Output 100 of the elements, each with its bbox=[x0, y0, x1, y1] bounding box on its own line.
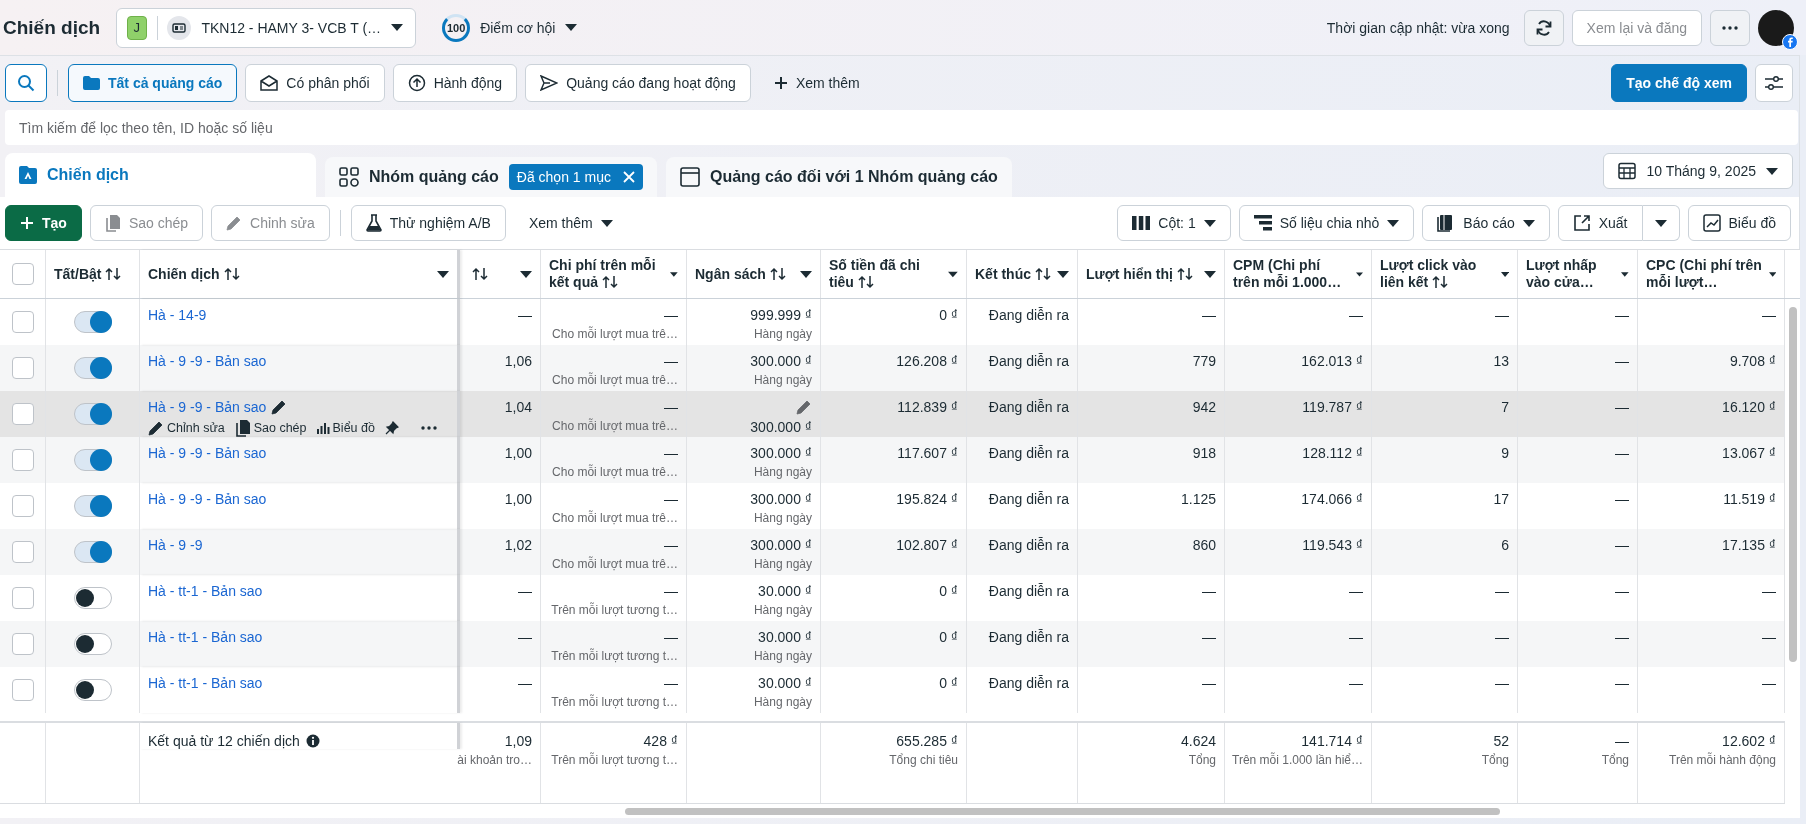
search-button[interactable] bbox=[5, 64, 47, 102]
see-more-button[interactable]: Xem thêm bbox=[758, 64, 875, 102]
more-menu-button[interactable]: Xem thêm bbox=[513, 205, 628, 241]
table-cell: — bbox=[664, 583, 678, 599]
chart-button[interactable]: Biểu đồ bbox=[1687, 205, 1791, 241]
account-selector[interactable]: J TKN12 - HAMY 3- VCB T (… bbox=[116, 7, 417, 48]
table-row[interactable]: Hà - tt-1 - Bản sao — — Trên mỗi lượt tương t… 30.000 ₫ Hàng ngày 0 ₫ Đang diễn ra — — — — — bbox=[0, 667, 1785, 713]
table-row[interactable]: Hà - tt-1 - Bản sao — — Trên mỗi lượt tương t… 30.000 ₫ Hàng ngày 0 ₫ Đang diễn ra — — — — — bbox=[0, 621, 1785, 667]
checkbox[interactable] bbox=[11, 541, 34, 563]
table-cell: — bbox=[664, 307, 678, 323]
table-cell: 0 ₫ bbox=[939, 307, 958, 323]
ab-test-button[interactable]: Thử nghiệm A/B bbox=[350, 205, 506, 241]
filter-button[interactable]: Quảng cáo đang hoạt động bbox=[525, 64, 751, 102]
column-header[interactable]: Ngân sách bbox=[687, 250, 821, 298]
export-button[interactable]: Xuất bbox=[1557, 205, 1643, 241]
campaign-link[interactable]: Hà - 9 -9 - Bản sao bbox=[148, 353, 267, 369]
toggle-switch[interactable] bbox=[73, 679, 112, 701]
tab[interactable]: Quảng cáo đối với 1 Nhóm quảng cáo bbox=[665, 157, 1012, 197]
row-more-button[interactable] bbox=[420, 426, 437, 430]
refresh-button[interactable] bbox=[1523, 9, 1564, 46]
table-cell: — bbox=[664, 537, 678, 553]
table-cell: — bbox=[518, 583, 532, 599]
table-row[interactable]: Hà - 9 -9 - Bản sao 1,06 — Cho mỗi lượt mua trê… 300.000 ₫ Hàng ngày 126.208 ₫ Đang diễn ra 779 162.013 ₫ 13 — 9.708 ₫ bbox=[0, 345, 1785, 391]
filter-button[interactable]: Hành động bbox=[392, 64, 518, 102]
column-header[interactable]: Tất/Bật bbox=[46, 250, 140, 298]
toggle-switch[interactable] bbox=[73, 587, 112, 609]
more-button[interactable] bbox=[1710, 9, 1750, 46]
date-picker[interactable]: 10 Tháng 9, 2025 bbox=[1603, 153, 1793, 189]
pin-button[interactable] bbox=[384, 421, 399, 435]
column-header[interactable]: Kết thúc bbox=[967, 250, 1078, 298]
table-cell: 1,02 bbox=[504, 537, 532, 553]
caret-icon bbox=[565, 24, 578, 31]
columns-button[interactable]: Cột: 1 bbox=[1117, 205, 1231, 241]
column-header[interactable]: Lượt hiển thị bbox=[1078, 250, 1225, 298]
cell-note: Cho mỗi lượt mua trê… bbox=[552, 511, 678, 525]
cell-note: Trên mỗi 1.000 lần hiể… bbox=[1232, 753, 1363, 767]
checkbox[interactable] bbox=[11, 449, 34, 471]
table-cell: 30.000 ₫ bbox=[758, 675, 812, 691]
table-cell: — bbox=[518, 629, 532, 645]
row-action-link[interactable]: Biểu đồ bbox=[316, 421, 375, 435]
column-header[interactable]: Lượt nhấp vào cửa… bbox=[1518, 250, 1638, 298]
checkbox[interactable] bbox=[11, 679, 34, 701]
window-icon bbox=[679, 167, 700, 187]
campaign-link[interactable]: Hà - 9 -9 - Bản sao bbox=[148, 399, 267, 415]
checkbox[interactable] bbox=[11, 495, 34, 517]
column-header[interactable]: Lượt click vào liên kết bbox=[1372, 250, 1518, 298]
toggle-switch[interactable] bbox=[73, 357, 112, 379]
checkbox[interactable] bbox=[11, 263, 34, 285]
toggle-switch[interactable] bbox=[73, 311, 112, 333]
table-row[interactable]: Hà - 9 -9 - Bản sao 1,00 — Cho mỗi lượt mua trê… 300.000 ₫ Hàng ngày 117.607 ₫ Đang diễn ra 918 128.112 ₫ 9 — 13.067 ₫ bbox=[0, 437, 1785, 483]
checkbox[interactable] bbox=[11, 587, 34, 609]
toggle-switch[interactable] bbox=[73, 449, 112, 471]
column-header[interactable]: Chiến dịch bbox=[140, 250, 460, 298]
checkbox[interactable] bbox=[11, 311, 34, 333]
column-header[interactable]: CPM (Chi phí trên mỗi 1.000… bbox=[1225, 250, 1372, 298]
row-action-link[interactable]: Chỉnh sửa bbox=[148, 420, 225, 436]
table-cell: 1,00 bbox=[504, 445, 532, 461]
campaign-link[interactable]: Hà - tt-1 - Bản sao bbox=[148, 583, 263, 599]
table-cell: 162.013 ₫ bbox=[1301, 353, 1363, 369]
cell-note: Hàng ngày bbox=[753, 695, 812, 709]
reports-button[interactable]: Báo cáo bbox=[1422, 205, 1550, 241]
filter-button[interactable]: Có phân phối bbox=[245, 64, 385, 102]
row-action-link[interactable]: Sao chép bbox=[234, 419, 307, 437]
score-button[interactable]: 100 Điểm cơ hội bbox=[428, 9, 592, 46]
toggle-switch[interactable] bbox=[73, 403, 112, 425]
checkbox[interactable] bbox=[11, 403, 34, 425]
tab[interactable]: Nhóm quảng cáo Đã chọn 1 mục bbox=[325, 157, 657, 197]
campaign-link[interactable]: Hà - 14-9 bbox=[148, 307, 207, 323]
create-view-button[interactable]: Tạo chế độ xem bbox=[1611, 64, 1747, 102]
tab[interactable]: Chiến dịch bbox=[5, 153, 316, 197]
campaign-link[interactable]: Hà - tt-1 - Bản sao bbox=[148, 675, 263, 691]
caret-icon bbox=[1203, 219, 1216, 227]
column-header[interactable]: CPC (Chi phí trên mỗi lượt… bbox=[1638, 250, 1785, 298]
toggle-switch[interactable] bbox=[73, 541, 112, 563]
paper-plane-icon bbox=[540, 75, 559, 91]
checkbox[interactable] bbox=[11, 633, 34, 655]
campaign-link[interactable]: Hà - 9 -9 - Bản sao bbox=[148, 445, 267, 461]
export-menu-button[interactable] bbox=[1642, 205, 1680, 241]
cell-note: Hàng ngày bbox=[753, 557, 812, 571]
filter-button[interactable]: Tất cả quảng cáo bbox=[68, 64, 238, 102]
campaign-link[interactable]: Hà - 9 -9 bbox=[148, 537, 203, 553]
column-header[interactable]: Chi phí trên mỗi kết quả bbox=[541, 250, 687, 298]
checkbox[interactable] bbox=[11, 357, 34, 379]
toggle-switch[interactable] bbox=[73, 495, 112, 517]
flask-icon bbox=[365, 214, 382, 232]
search-field[interactable]: Tìm kiếm để lọc theo tên, ID hoặc số liệu bbox=[5, 110, 1798, 145]
campaign-link[interactable]: Hà - 9 -9 - Bản sao bbox=[148, 491, 267, 507]
create-button[interactable]: Tạo bbox=[5, 205, 82, 241]
more-icon bbox=[1722, 25, 1738, 30]
view-settings-button[interactable] bbox=[1755, 64, 1793, 102]
campaign-link[interactable]: Hà - tt-1 - Bản sao bbox=[148, 629, 263, 645]
table-row[interactable]: Hà - 9 -9 1,02 — Cho mỗi lượt mua trê… 300.000 ₫ Hàng ngày 102.807 ₫ Đang diễn ra 860 119.543 ₫ 6 — 17.135 ₫ bbox=[0, 529, 1785, 575]
table-row[interactable]: Hà - 9 -9 - Bản sao Chỉnh sửa Sao chép Biểu đồ 1,04 — Cho mỗi lượt mua trê… 300.000 ₫ 112.839 ₫ Đang diễn ra 942 119.787 ₫ 7 — 16.120 ₫ bbox=[0, 391, 1785, 437]
bar-chart-icon bbox=[316, 422, 330, 434]
toggle-switch[interactable] bbox=[73, 633, 112, 655]
table-cell: 999.999 ₫ bbox=[750, 307, 812, 323]
pencil-icon bbox=[271, 399, 288, 415]
breakdown-button[interactable]: Số liệu chia nhỏ bbox=[1238, 205, 1415, 241]
column-header[interactable]: Số tiền đã chi tiêu bbox=[821, 250, 967, 298]
scrollbar[interactable] bbox=[625, 807, 1500, 815]
